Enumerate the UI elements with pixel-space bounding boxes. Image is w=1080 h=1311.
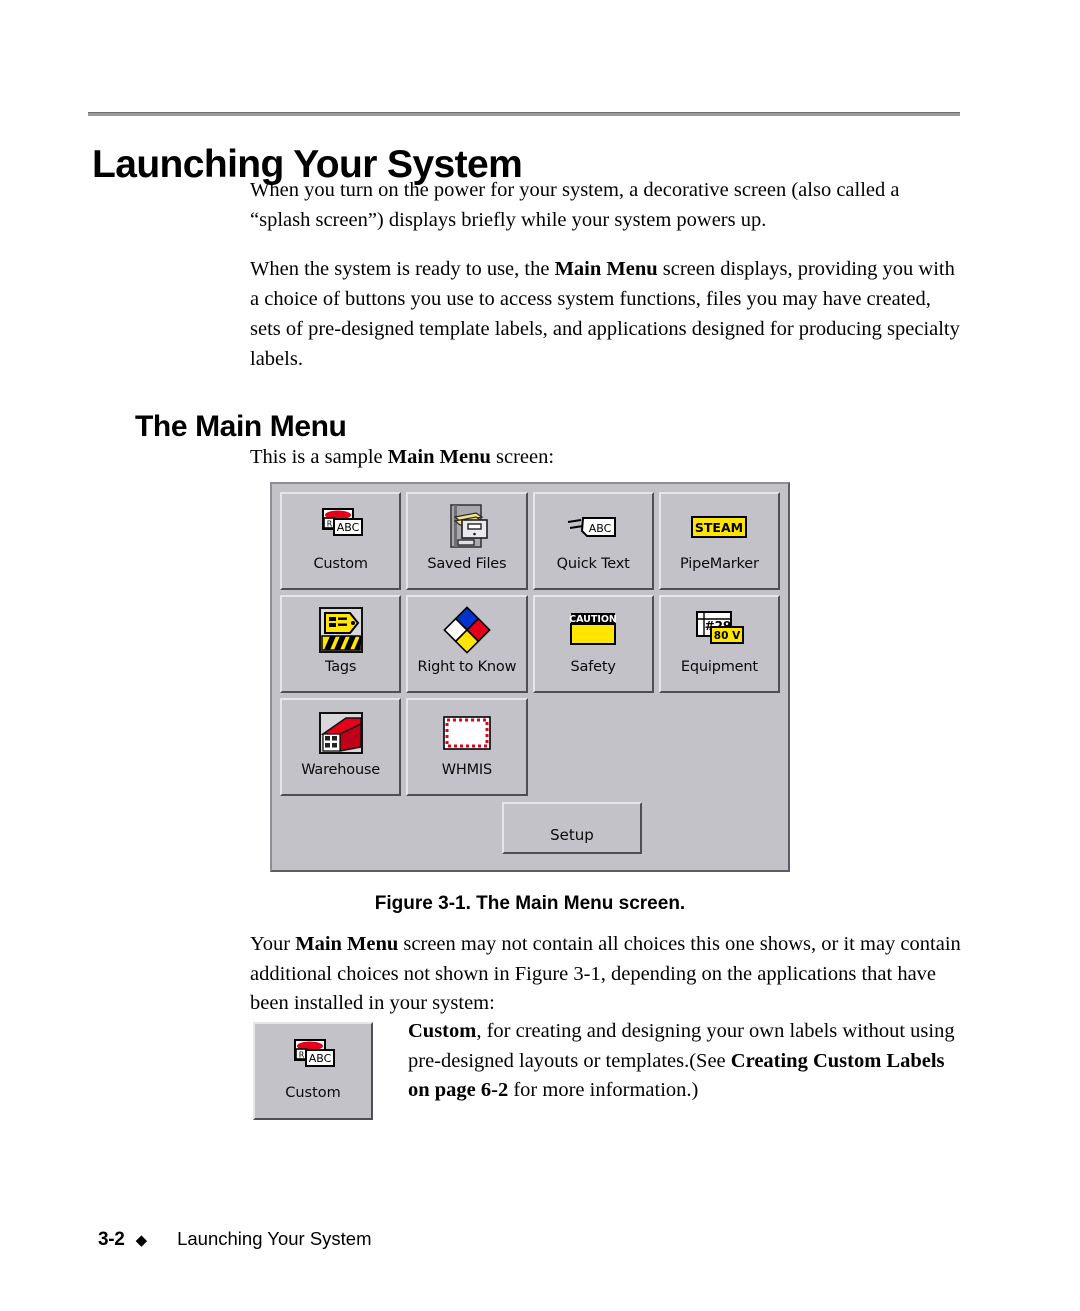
menu-button-label: Custom — [285, 1085, 341, 1101]
paragraph-intro-2-part-a: When the system is ready to use, the — [250, 258, 555, 281]
menu-button-custom[interactable]: R ABC Custom — [280, 492, 402, 590]
file-cabinet-icon — [442, 501, 492, 553]
svg-text:R: R — [299, 1051, 305, 1060]
paragraph-intro-2-bold: Main Menu — [554, 258, 658, 281]
menu-button-custom-thumbnail[interactable]: R ABC Custom — [253, 1022, 373, 1120]
callout-term: Custom — [408, 1020, 477, 1042]
diamond-icon: ◆ — [135, 1232, 148, 1249]
main-menu-button-grid: R ABC Custom Saved Files ABC Quick Text … — [280, 492, 780, 796]
custom-label-icon: R ABC — [287, 1033, 339, 1083]
caution-sign-icon: CAUTION — [567, 604, 619, 656]
paragraph-intro-2: When the system is ready to use, the Mai… — [250, 255, 962, 374]
menu-button-label: Equipment — [680, 659, 758, 675]
quick-text-icon: ABC — [565, 501, 621, 553]
svg-text:ABC: ABC — [336, 521, 359, 534]
menu-button-quick-text[interactable]: ABC Quick Text — [532, 492, 654, 590]
equipment-voltage-icon: #29 80 V — [691, 604, 747, 656]
footer-page-number: 3-2 — [98, 1229, 125, 1250]
warehouse-building-icon — [316, 707, 366, 759]
svg-text:R: R — [326, 520, 332, 529]
paragraph-after-figure-bold: Main Menu — [295, 933, 399, 955]
svg-text:ABC: ABC — [309, 1052, 332, 1065]
callout-text-part-d: for more information.) — [508, 1079, 699, 1102]
menu-button-label: WHMIS — [441, 762, 492, 778]
paragraph-sample-bold: Main Menu — [387, 446, 491, 468]
nfpa-diamond-icon — [442, 604, 492, 656]
paragraph-sample-part-c: screen: — [490, 446, 555, 468]
figure-caption: Figure 3-1. The Main Menu screen. — [374, 893, 686, 914]
custom-label-icon: R ABC — [315, 501, 367, 553]
paragraph-sample: This is a sample Main Menu screen: — [250, 443, 962, 473]
menu-button-label: Warehouse — [301, 762, 381, 778]
menu-grid-empty-cell — [533, 698, 654, 796]
main-menu-screen-figure: R ABC Custom Saved Files ABC Quick Text … — [270, 482, 790, 872]
whmis-border-icon — [441, 707, 493, 759]
menu-button-label: PipeMarker — [680, 556, 759, 572]
svg-text:STEAM: STEAM — [695, 520, 743, 535]
svg-text:80 V: 80 V — [714, 630, 741, 642]
menu-button-saved-files[interactable]: Saved Files — [406, 492, 528, 590]
paragraph-sample-part-a: This is a sample — [250, 446, 388, 468]
menu-button-safety[interactable]: CAUTION Safety — [532, 595, 654, 693]
menu-button-label: Tags — [324, 659, 357, 675]
setup-button-row: Setup — [280, 802, 780, 854]
setup-button-label: Setup — [550, 826, 594, 844]
menu-button-right-to-know[interactable]: Right to Know — [406, 595, 528, 693]
pipemarker-steam-icon: STEAM — [689, 501, 749, 553]
section-heading-the-main-menu: The Main Menu — [135, 409, 347, 443]
footer-title: Launching Your System — [177, 1228, 372, 1249]
menu-button-label: Saved Files — [427, 556, 507, 572]
custom-callout-description: Custom, for creating and designing your … — [408, 1017, 964, 1106]
tag-hazard-icon — [316, 604, 366, 656]
document-page: Launching Your System When you turn on t… — [0, 0, 1080, 1311]
menu-button-equipment[interactable]: #29 80 V Equipment — [658, 595, 780, 693]
menu-grid-empty-cell — [659, 698, 780, 796]
paragraph-after-figure-part-a: Your — [250, 933, 296, 955]
intro-paragraphs: When you turn on the power for your syst… — [250, 176, 962, 394]
svg-text:ABC: ABC — [589, 522, 612, 535]
menu-button-warehouse[interactable]: Warehouse — [280, 698, 402, 796]
menu-button-label: Right to Know — [417, 659, 517, 675]
paragraph-intro-1: When you turn on the power for your syst… — [250, 179, 900, 231]
custom-callout-thumbnail: R ABC Custom — [253, 1022, 373, 1120]
page-footer: 3-2 ◆ Launching Your System — [98, 1228, 372, 1251]
menu-button-tags[interactable]: Tags — [280, 595, 402, 693]
menu-button-whmis[interactable]: WHMIS — [406, 698, 528, 796]
paragraph-after-figure: Your Main Menu screen may not contain al… — [250, 930, 962, 1019]
header-rule — [88, 112, 960, 116]
menu-button-label: Custom — [313, 556, 368, 572]
menu-button-label: Safety — [570, 659, 616, 675]
menu-button-label: Quick Text — [556, 556, 630, 572]
setup-button[interactable]: Setup — [502, 802, 642, 854]
menu-button-pipemarker[interactable]: STEAM PipeMarker — [658, 492, 780, 590]
